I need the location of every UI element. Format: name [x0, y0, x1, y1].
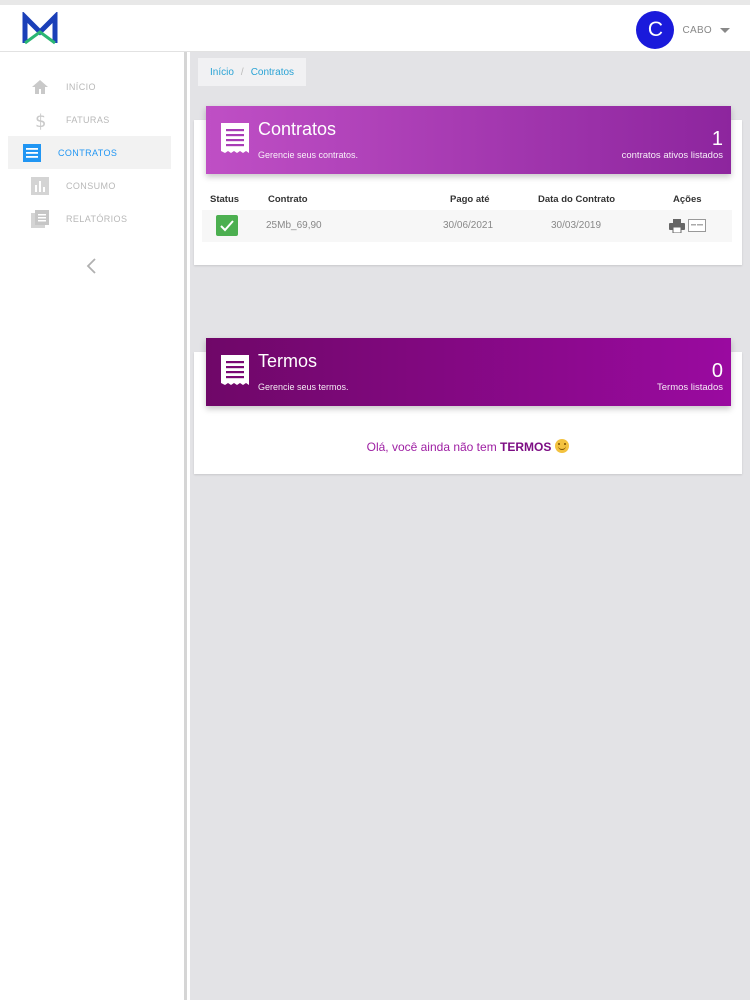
- sidebar-item-faturas[interactable]: $ FATURAS: [8, 103, 171, 136]
- column-status: Status: [210, 194, 240, 205]
- contract-date: 30/03/2019: [551, 220, 602, 231]
- breadcrumb-current[interactable]: Contratos: [251, 67, 294, 78]
- sidebar-item-consumo[interactable]: CONSUMO: [8, 169, 171, 202]
- dollar-icon: $: [35, 111, 47, 130]
- caret-down-icon[interactable]: [720, 27, 730, 33]
- receipt-icon[interactable]: [688, 219, 706, 232]
- sidebar-item-relatorios[interactable]: RELATÓRIOS: [8, 202, 171, 235]
- print-icon[interactable]: [669, 219, 685, 233]
- svg-text:$: $: [35, 111, 47, 130]
- sidebar: INÍCIO $ FATURAS CONTRATOS CONSUMO RELAT…: [0, 52, 187, 1000]
- contract-paid-until: 30/06/2021: [443, 220, 494, 231]
- contracts-subtitle: Gerencie seus contratos.: [258, 150, 359, 160]
- empty-emphasis: TERMOS: [500, 440, 552, 454]
- terms-subtitle: Gerencie seus termos.: [258, 382, 349, 392]
- sidebar-item-label: FATURAS: [66, 114, 110, 125]
- home-icon: [32, 79, 48, 94]
- smiley-icon: [555, 439, 570, 453]
- sidebar-item-label: CONTRATOS: [58, 147, 118, 158]
- breadcrumb-separator: /: [240, 66, 244, 78]
- terms-card: Termos Gerencie seus termos. 0 Termos li…: [194, 338, 742, 474]
- user-name[interactable]: CABO: [682, 25, 712, 36]
- sidebar-item-contratos[interactable]: CONTRATOS: [8, 136, 171, 169]
- terms-count-label: Termos listados: [657, 382, 723, 393]
- empty-text: Olá, você ainda não tem: [366, 440, 501, 454]
- contracts-card: Contratos Gerencie seus contratos. 1 con…: [194, 106, 742, 265]
- breadcrumb-home-link[interactable]: Início: [210, 67, 234, 78]
- bar-chart-icon: [31, 176, 49, 195]
- table-row: 25Mb_69,90 30/06/2021 30/03/2019: [202, 210, 732, 242]
- main-content: Início / Contratos Contratos Gerencie se…: [190, 52, 750, 1000]
- sidebar-nav: INÍCIO $ FATURAS CONTRATOS CONSUMO RELAT…: [0, 70, 184, 235]
- terms-empty-message: Olá, você ainda não tem TERMOS: [194, 439, 742, 454]
- sidebar-item-label: RELATÓRIOS: [66, 213, 128, 224]
- document-icon: [221, 355, 249, 385]
- breadcrumb: Início / Contratos: [198, 58, 307, 86]
- logo-icon[interactable]: [22, 12, 58, 46]
- column-contract: Contrato: [268, 194, 308, 205]
- contracts-count-label: contratos ativos listados: [621, 150, 723, 161]
- avatar[interactable]: C: [636, 11, 675, 49]
- terms-header: Termos Gerencie seus termos. 0 Termos li…: [206, 338, 731, 406]
- contract-name: 25Mb_69,90: [266, 220, 322, 231]
- contracts-title: Contratos: [258, 119, 337, 139]
- user-menu[interactable]: C CABO: [636, 11, 730, 49]
- top-bar: C CABO: [0, 0, 750, 52]
- sidebar-item-label: INÍCIO: [66, 81, 96, 92]
- column-paid-until: Pago até: [450, 194, 490, 205]
- list-icon: [23, 143, 41, 162]
- terms-count: 0: [711, 360, 723, 382]
- chevron-left-icon[interactable]: [84, 256, 100, 276]
- document-icon: [221, 123, 249, 153]
- sidebar-item-label: CONSUMO: [66, 180, 116, 191]
- contracts-count: 1: [711, 128, 723, 150]
- contracts-header: Contratos Gerencie seus contratos. 1 con…: [206, 106, 731, 174]
- status-check-icon: [216, 215, 238, 236]
- sidebar-item-inicio[interactable]: INÍCIO: [8, 70, 171, 103]
- report-icon: [31, 209, 49, 228]
- terms-title: Termos: [258, 351, 318, 371]
- column-actions: Ações: [673, 194, 702, 205]
- column-contract-date: Data do Contrato: [538, 194, 616, 205]
